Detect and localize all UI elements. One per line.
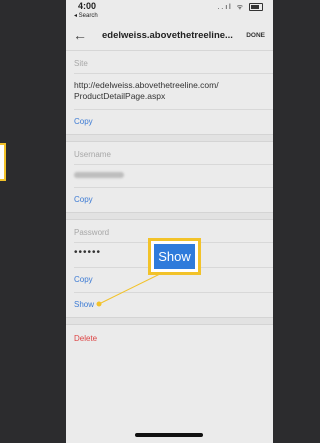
callout-leader-line bbox=[96, 270, 167, 307]
callout-pointer-dot bbox=[96, 301, 102, 307]
show-callout-label: Show bbox=[154, 244, 195, 269]
show-callout: Show bbox=[148, 238, 201, 275]
